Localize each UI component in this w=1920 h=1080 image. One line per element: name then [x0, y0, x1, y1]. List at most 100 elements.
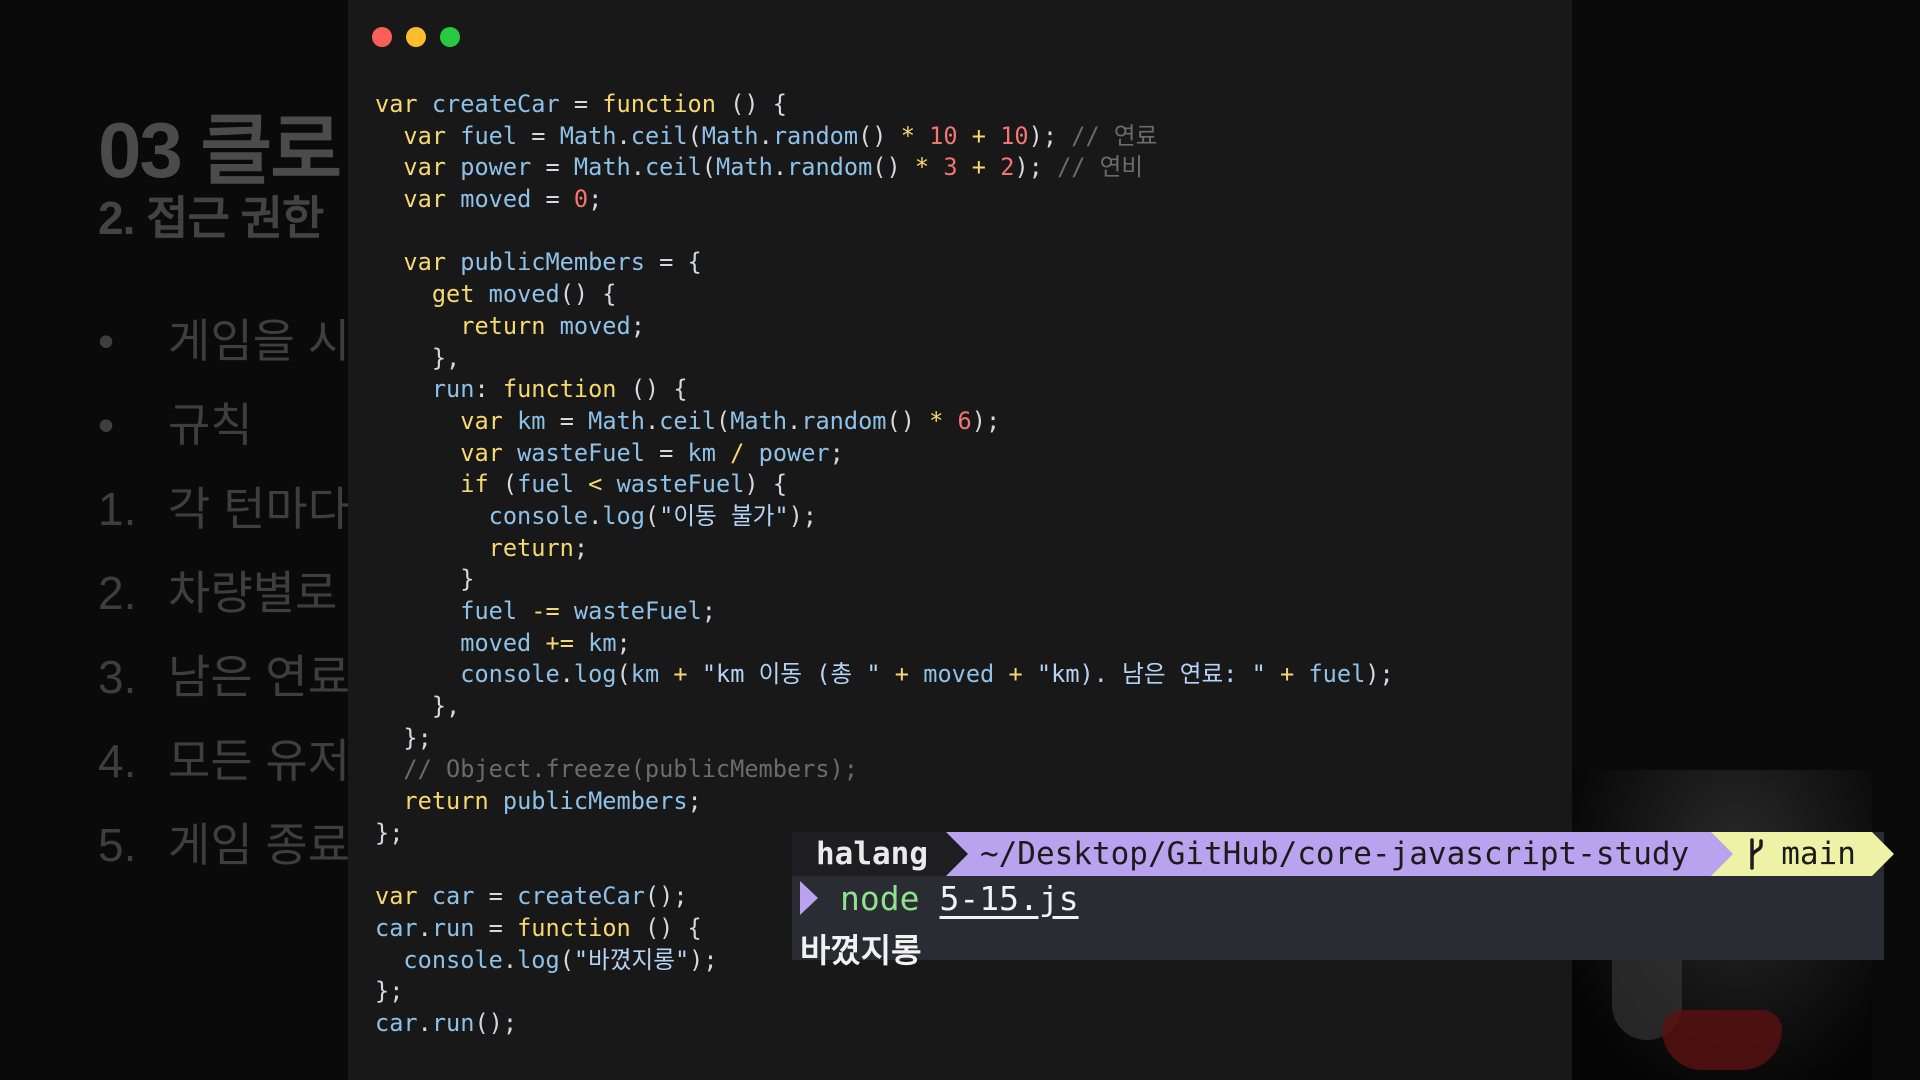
code-token: wasteFuel [616, 470, 745, 499]
code-token: (); [474, 1008, 518, 1037]
code-token: 6 [957, 406, 972, 435]
code-token: }; [375, 723, 432, 752]
code-token: ; [573, 533, 589, 562]
code-line: return moved; [375, 311, 1394, 343]
code-line: var createCar = function () { [375, 89, 1394, 121]
code-token: get [431, 280, 489, 309]
slide-list-item: 5. 게임 종료 [98, 809, 350, 875]
code-token: var [460, 438, 518, 467]
close-window-button[interactable] [372, 27, 392, 47]
prompt-path: ~/Desktop/GitHub/core-javascript-study [979, 836, 1690, 872]
code-token: . [630, 153, 645, 182]
code-line: var fuel = Math.ceil(Math.random() * 10 … [375, 121, 1394, 153]
minimize-window-button[interactable] [406, 27, 426, 47]
code-token: ; [616, 628, 631, 657]
code-token: fuel [517, 470, 574, 499]
code-token: fuel [460, 597, 518, 625]
code-token: var [403, 153, 461, 182]
terminal-panel[interactable]: halang ~/Desktop/GitHub/core-javascript-… [792, 832, 1894, 970]
code-token: 3 [943, 153, 958, 182]
git-branch-icon [1750, 838, 1763, 870]
code-token: function [517, 913, 631, 942]
code-token: console [403, 945, 503, 974]
slide-list-marker: 3. [98, 651, 137, 703]
code-line: get moved() { [375, 279, 1394, 311]
slide-list-text: 모든 유저 [168, 735, 351, 787]
slide-list-text: 게임 종료 [168, 819, 351, 871]
code-line: return; [375, 533, 1394, 565]
code-line: var power = Math.ceil(Math.random() * 3 … [375, 152, 1394, 184]
code-token: 10 [1000, 121, 1029, 150]
code-token: ; [687, 787, 702, 816]
code-line: } [375, 564, 1394, 596]
prompt-user-segment: halang [792, 832, 968, 876]
zoom-window-button[interactable] [440, 27, 460, 47]
code-token: . [559, 660, 574, 689]
code-token: } [375, 565, 475, 594]
code-token: . [417, 913, 432, 942]
code-token: console [460, 660, 560, 689]
slide-list-marker: • [98, 315, 115, 367]
prompt-user: halang [816, 836, 928, 872]
code-token: ); [1014, 153, 1058, 182]
code-token: += [545, 628, 574, 657]
command-name: node [840, 878, 920, 918]
command-argument[interactable]: 5-15.js [939, 879, 1078, 918]
code-token: publicMembers [502, 787, 688, 816]
code-token: 10 [929, 121, 958, 150]
code-line: }, [375, 691, 1394, 723]
code-token: ( [715, 406, 731, 435]
code-token: ( [559, 945, 574, 974]
code-token: * [914, 153, 930, 182]
code-token: log [573, 660, 617, 689]
code-token: function [502, 375, 617, 404]
code-token: createCar [517, 882, 645, 911]
code-token: ceil [659, 406, 716, 435]
code-token: Math [588, 406, 645, 435]
code-token: 2 [1000, 153, 1015, 182]
prompt-bar: halang ~/Desktop/GitHub/core-javascript-… [792, 832, 1894, 876]
code-line: console.log("이동 불가"); [375, 501, 1394, 533]
code-token: (); [644, 882, 688, 911]
code-token: () { [715, 90, 787, 118]
code-token: . [772, 153, 788, 182]
code-token: . [644, 406, 660, 435]
code-token: run [431, 375, 475, 404]
code-token: Math [716, 153, 773, 182]
code-line: var publicMembers = { [375, 247, 1394, 279]
code-token: ceil [630, 121, 688, 150]
command-output: 바꼈지롱 [800, 931, 922, 970]
code-line: car.run(); [375, 1008, 1394, 1040]
slide-list-item: 4. 모든 유저 [98, 725, 350, 791]
code-token: () [858, 121, 901, 150]
code-token: random [787, 153, 873, 182]
code-token: // Object.freeze(publicMembers); [403, 755, 858, 784]
code-token: / [730, 438, 745, 467]
prompt-path-segment: ~/Desktop/GitHub/core-javascript-study [945, 832, 1734, 876]
code-token: Math [559, 121, 617, 150]
code-token: ); [971, 406, 1001, 435]
code-token: = [531, 153, 574, 182]
slide-list-item: • 규칙 [98, 389, 253, 455]
code-token: ceil [644, 153, 702, 182]
code-token: var [403, 248, 461, 277]
code-line: if (fuel < wasteFuel) { [375, 469, 1394, 501]
